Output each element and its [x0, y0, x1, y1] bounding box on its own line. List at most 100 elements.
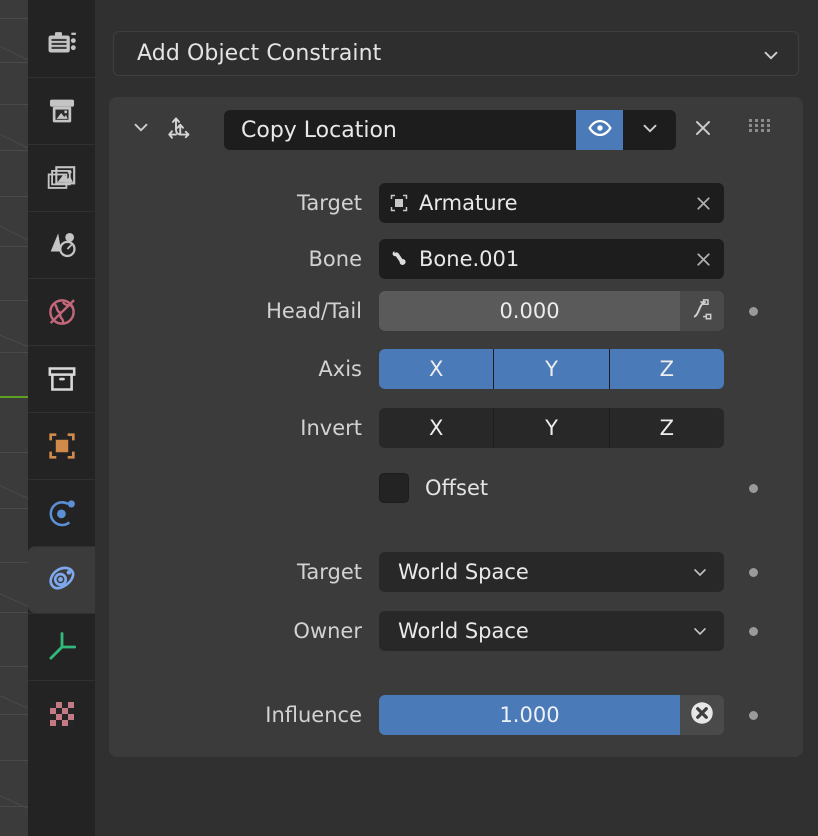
invert-toggle-group: X Y Z — [379, 408, 724, 448]
influence-control: 1.000 — [379, 695, 724, 735]
viewport-sliver[interactable] — [0, 0, 28, 836]
chevron-down-icon — [690, 621, 710, 645]
sidebar-item-physics[interactable] — [28, 479, 95, 546]
bone-clear-button[interactable] — [682, 239, 724, 279]
sidebar-item-view-layer[interactable] — [28, 144, 95, 211]
physics-orbit-icon — [45, 496, 79, 530]
row-axis: Axis X Y Z — [109, 349, 803, 389]
add-object-constraint-button[interactable]: Add Object Constraint — [113, 31, 799, 76]
invert-toggle-y[interactable]: Y — [494, 408, 610, 448]
object-square-icon — [45, 429, 79, 463]
bone-value: Bone.001 — [419, 247, 520, 271]
fcurve-icon — [689, 296, 715, 326]
influence-label: Influence — [265, 703, 362, 727]
invert-toggle-z[interactable]: Z — [609, 408, 724, 448]
sidebar-item-texture[interactable] — [28, 680, 95, 747]
checker-icon — [46, 698, 78, 730]
properties-editor: Add Object Constraint Copy Location Targ… — [95, 0, 818, 836]
object-data-icon — [379, 191, 419, 215]
row-influence: Influence 1.000 — [109, 695, 803, 735]
constraint-name-value: Copy Location — [241, 117, 397, 143]
sidebar-item-object[interactable] — [28, 412, 95, 479]
x-circle-icon — [687, 698, 717, 732]
sidebar-item-world[interactable] — [28, 278, 95, 345]
world-globe-icon — [45, 295, 79, 329]
copy-location-icon — [163, 113, 195, 145]
axis-label: Axis — [318, 357, 362, 381]
sidebar-item-object-data[interactable] — [28, 613, 95, 680]
owner-space-decorator[interactable] — [749, 627, 758, 636]
head-tail-value: 0.000 — [499, 299, 560, 323]
images-icon — [45, 161, 79, 195]
properties-tab-column — [28, 0, 95, 836]
offset-decorator[interactable] — [749, 484, 758, 493]
head-tail-animate-button[interactable] — [680, 291, 724, 331]
sidebar-item-collection[interactable] — [28, 345, 95, 412]
bone-label: Bone — [308, 247, 362, 271]
target-space-dropdown[interactable]: World Space — [379, 552, 724, 592]
constraint-name-input[interactable]: Copy Location — [224, 110, 576, 150]
influence-clear-keyframe-button[interactable] — [680, 695, 724, 735]
offset-checkbox-row[interactable]: Offset — [379, 468, 488, 508]
constraint-panel-copy-location: Copy Location Target Armature Bone Bone.… — [109, 97, 803, 757]
axis-toggle-x[interactable]: X — [379, 349, 495, 389]
head-tail-decorator[interactable] — [749, 307, 758, 316]
influence-decorator[interactable] — [749, 711, 758, 720]
row-head-tail: Head/Tail 0.000 — [109, 291, 803, 331]
influence-slider[interactable]: 1.000 — [379, 695, 680, 735]
sidebar-item-object-constraint[interactable] — [28, 546, 95, 613]
sidebar-item-render[interactable] — [28, 10, 95, 77]
owner-space-value: World Space — [398, 619, 529, 643]
axis-toggle-y[interactable]: Y — [494, 349, 610, 389]
printer-icon — [45, 94, 79, 128]
sidebar-item-scene[interactable] — [28, 211, 95, 278]
target-space-label: Target — [297, 560, 362, 584]
add-object-constraint-label: Add Object Constraint — [137, 41, 382, 66]
chevron-down-icon — [760, 44, 782, 70]
chevron-down-icon — [639, 117, 661, 143]
offset-checkbox[interactable] — [379, 473, 409, 503]
target-object-value: Armature — [419, 191, 518, 215]
panel-expand-toggle[interactable] — [126, 116, 156, 142]
invert-label: Invert — [300, 416, 362, 440]
x-icon — [691, 116, 715, 144]
offset-label: Offset — [425, 476, 489, 500]
constraint-extras-dropdown[interactable] — [623, 110, 676, 150]
sidebar-item-output[interactable] — [28, 77, 95, 144]
target-space-value: World Space — [398, 560, 529, 584]
bone-icon — [379, 247, 419, 271]
target-space-decorator[interactable] — [749, 568, 758, 577]
axes-icon — [44, 629, 80, 665]
target-object-clear-button[interactable] — [682, 183, 724, 223]
scene-cone-icon — [45, 228, 79, 262]
head-tail-label: Head/Tail — [266, 299, 362, 323]
chevron-down-icon — [690, 562, 710, 586]
viewport-y-axis-line — [0, 396, 28, 398]
target-object-field[interactable]: Armature — [379, 183, 724, 223]
axis-toggle-group: X Y Z — [379, 349, 724, 389]
row-target-object: Target Armature — [109, 183, 803, 223]
constraint-delete-button[interactable] — [681, 110, 725, 150]
bone-field[interactable]: Bone.001 — [379, 239, 724, 279]
row-invert: Invert X Y Z — [109, 408, 803, 448]
row-target-space: Target World Space — [109, 552, 803, 592]
row-target-bone: Bone Bone.001 — [109, 239, 803, 279]
eye-open-icon — [587, 115, 613, 145]
head-tail-control: 0.000 — [379, 291, 724, 331]
constraint-icon — [44, 562, 80, 598]
constraint-header: Copy Location — [109, 97, 803, 161]
drag-grip-icon[interactable] — [749, 119, 775, 139]
row-offset: Offset — [109, 468, 803, 508]
invert-toggle-x[interactable]: X — [379, 408, 495, 448]
blender-properties-window: Add Object Constraint Copy Location Targ… — [0, 0, 818, 836]
constraint-enable-toggle[interactable] — [576, 110, 623, 150]
row-owner-space: Owner World Space — [109, 611, 803, 651]
camera-back-icon — [45, 27, 79, 61]
influence-value: 1.000 — [499, 703, 560, 727]
head-tail-number-field[interactable]: 0.000 — [379, 291, 680, 331]
axis-toggle-z[interactable]: Z — [609, 349, 724, 389]
box-icon — [45, 362, 79, 396]
owner-space-dropdown[interactable]: World Space — [379, 611, 724, 651]
target-object-label: Target — [297, 191, 362, 215]
chevron-down-icon — [130, 116, 152, 142]
